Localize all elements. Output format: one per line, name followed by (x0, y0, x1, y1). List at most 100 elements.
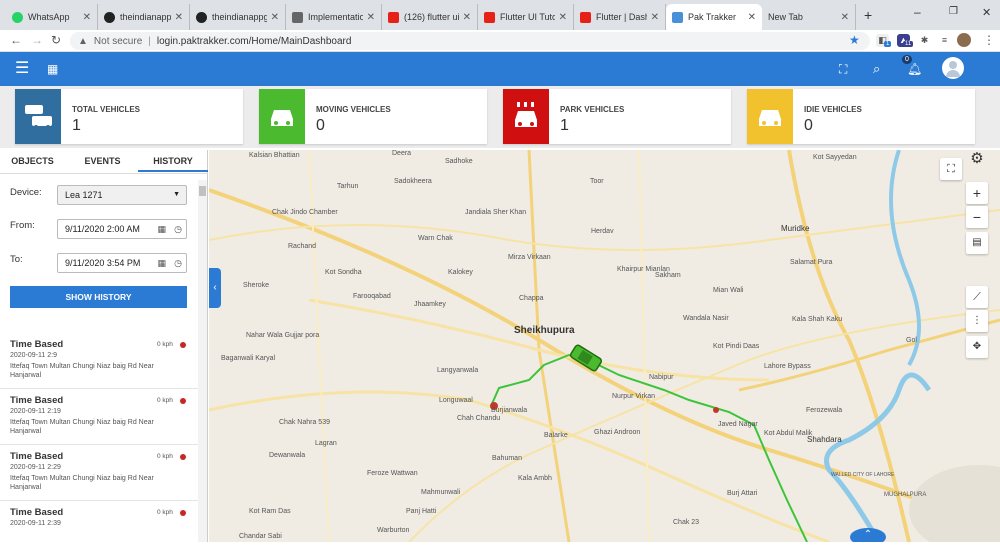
extension-badge: 1 (884, 41, 892, 47)
device-select[interactable]: Lea 1271 ▼ (57, 185, 187, 205)
map-label: Ferozewala (806, 407, 843, 414)
fit-bounds-icon[interactable]: ✥ (966, 336, 988, 358)
map-label: Sheikhupura (514, 325, 575, 336)
stat-card-moving-vehicles[interactable]: MOVING VEHICLES 0 (259, 89, 487, 144)
map-label: Panj Hatti (406, 508, 437, 515)
map-label: Kot Pindi Daas (713, 343, 760, 350)
browser-tab-implementation[interactable]: Implementation✕ (286, 4, 382, 30)
github-icon (104, 11, 115, 23)
browser-tab-youtube-1[interactable]: (126) flutter ui ✕ (382, 4, 478, 30)
map-layers-icon[interactable]: ▤ (966, 232, 988, 254)
menu-dots-icon[interactable]: ⋮ (983, 33, 995, 47)
clock-icon[interactable]: ◷ (174, 220, 182, 238)
history-item[interactable]: Time Based 0 kph 2020-09-11 2:29 Ittefaq… (0, 445, 198, 501)
close-icon[interactable]: ✕ (83, 12, 91, 23)
map-label: Lahore Bypass (764, 363, 811, 370)
stat-card-park-vehicles[interactable]: PARK VEHICLES 1 (503, 89, 731, 144)
tab-objects[interactable]: OBJECTS (0, 150, 65, 172)
close-icon[interactable]: ✕ (463, 12, 471, 23)
map-label: MUGHALPURA (884, 492, 927, 498)
zoom-in-button[interactable]: + (966, 182, 988, 204)
close-icon[interactable]: ✕ (271, 12, 279, 23)
grid-icon[interactable]: ▦ (47, 52, 58, 86)
browser-tab-pak-trakker[interactable]: Pak Trakker ✕ (666, 4, 762, 30)
calendar-icon[interactable]: ▦ (157, 220, 166, 238)
clock-icon[interactable]: ◷ (174, 254, 182, 272)
warning-icon: ▲ (78, 35, 88, 47)
close-window-button[interactable]: ✕ (982, 6, 991, 19)
history-panel: OBJECTS EVENTS HISTORY Device: Lea 1271 … (0, 150, 208, 542)
map-label: Burjianwala (491, 407, 528, 414)
map-label: Kot Sondha (325, 269, 362, 276)
history-item[interactable]: Time Based 0 kph 2020-09-11 2:39 (0, 501, 198, 557)
map-label: Nabipur (649, 374, 674, 381)
to-date-input[interactable]: 9/11/2020 3:54 PM ▦ ◷ (57, 253, 187, 273)
browser-tab-new-tab[interactable]: New Tab ✕ (762, 4, 856, 30)
from-date-input[interactable]: 9/11/2020 2:00 AM ▦ ◷ (57, 219, 187, 239)
parked-car-icon (503, 89, 549, 144)
app-header: ☰ ▦ ⛶ ⌕ 🔔︎ 0 (0, 52, 1000, 86)
back-button[interactable]: ← (10, 33, 22, 47)
notification-badge: 0 (902, 55, 912, 64)
extension-badge: 11 (903, 41, 914, 47)
map-label: Chappa (519, 295, 544, 302)
media-icon[interactable]: ≡ (938, 34, 951, 47)
close-icon[interactable]: ✕ (651, 12, 659, 23)
close-icon[interactable]: ✕ (367, 12, 375, 23)
stat-card-total-vehicles[interactable]: TOTAL VEHICLES 1 (15, 89, 243, 144)
browser-tab-youtube-3[interactable]: Flutter | Dashbo✕ (574, 4, 666, 30)
avatar[interactable] (957, 33, 971, 47)
close-icon[interactable]: ✕ (175, 12, 183, 23)
browser-tab-github-2[interactable]: theindianappgu✕ (190, 4, 286, 30)
map-label: Chak 23 (673, 519, 700, 526)
fullscreen-map-button[interactable]: ⛶ (940, 158, 962, 180)
from-label: From: (10, 220, 35, 231)
history-item[interactable]: Time Based 0 kph 2020-09-11 2:19 Ittefaq… (0, 389, 198, 445)
youtube-icon (388, 11, 399, 23)
settings-gear-icon[interactable]: ⚙ (966, 150, 988, 170)
tab-events[interactable]: EVENTS (70, 150, 135, 172)
minimize-button[interactable]: – (914, 5, 921, 19)
stat-card-idle-vehicles[interactable]: IDIE VEHICLES 0 (747, 89, 975, 144)
zoom-out-button[interactable]: − (966, 206, 988, 228)
panel-scrollbar[interactable] (198, 180, 207, 542)
reload-button[interactable]: ↻ (51, 33, 61, 47)
hamburger-menu-icon[interactable]: ☰ (15, 52, 29, 86)
traffic-light-icon[interactable]: ⋮ (966, 310, 988, 332)
map-label: WALLED CITY OF LAHORE (831, 472, 895, 478)
collapse-panel-button[interactable]: ‹ (209, 268, 221, 308)
tab-history[interactable]: HISTORY (138, 150, 208, 172)
close-icon[interactable]: ✕ (559, 12, 567, 23)
map-view[interactable]: Kalsian Bhattian Deera Sadhoke Kot Sayye… (209, 150, 1000, 542)
bookmark-star-icon[interactable]: ★ (849, 33, 860, 47)
scroll-up-button[interactable]: ⌃ (850, 528, 886, 542)
search-icon[interactable]: ⌕ (873, 52, 880, 86)
fullscreen-icon[interactable]: ⛶ (839, 52, 847, 86)
browser-tab-github-1[interactable]: theindianappgu✕ (98, 4, 190, 30)
new-tab-button[interactable]: + (864, 7, 872, 23)
puzzle-icon[interactable]: ✱ (918, 34, 931, 47)
stats-bar: TOTAL VEHICLES 1 MOVING VEHICLES 0 PARK … (0, 86, 1000, 148)
map-label: Nahar Wala Gujjar pora (246, 332, 320, 339)
map-label: Salamat Pura (790, 259, 833, 266)
github-icon (196, 11, 207, 23)
browser-tab-whatsapp[interactable]: WhatsApp ✕ (6, 4, 98, 30)
close-icon[interactable]: ✕ (748, 12, 756, 23)
restore-button[interactable]: ❐ (949, 6, 958, 17)
map-label: Warn Chak (418, 235, 453, 242)
url-input[interactable]: ▲ Not secure | login.paktrakker.com/Home… (70, 32, 870, 50)
user-avatar[interactable] (942, 57, 964, 79)
chart-line-icon[interactable]: ⟋ (966, 286, 988, 308)
browser-tab-youtube-2[interactable]: Flutter UI Tutor ✕ (478, 4, 574, 30)
map-label: Farooqabad (353, 293, 391, 300)
calendar-icon[interactable]: ▦ (157, 254, 166, 272)
history-item[interactable]: Time Based 0 kph 2020-09-11 2:9 Ittefaq … (0, 333, 198, 389)
close-icon[interactable]: ✕ (841, 12, 849, 23)
show-history-button[interactable]: SHOW HISTORY (10, 286, 187, 308)
forward-button[interactable]: → (31, 33, 43, 47)
browser-tab-bar: WhatsApp✕ theindianappgu✕ theindianappgu… (0, 0, 1000, 30)
map-label: Balarke (544, 432, 568, 439)
device-label: Device: (10, 187, 42, 198)
map-label: Burj Attari (727, 490, 758, 497)
map-label: Herdav (591, 228, 614, 235)
